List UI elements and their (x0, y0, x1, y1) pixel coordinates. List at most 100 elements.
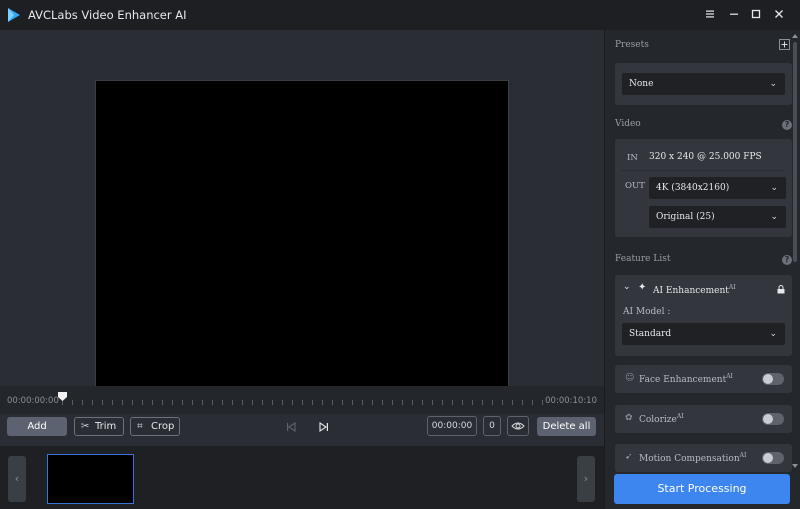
motion-icon: ➹ (625, 452, 633, 462)
preset-value: None (629, 79, 654, 89)
input-spec: 320 x 240 @ 25.000 FPS (649, 152, 762, 162)
timeline-tick (132, 400, 133, 405)
magic-wand-icon: ✦ (638, 282, 647, 293)
motion-compensation-title: Motion CompensationAI (639, 452, 746, 464)
timeline-tick (352, 400, 353, 405)
minimize-icon[interactable] (726, 7, 742, 23)
timeline-tick (452, 400, 453, 405)
chevron-down-icon[interactable]: ⌄ (623, 282, 631, 292)
timeline-ruler[interactable] (62, 400, 546, 406)
feature-list-help-icon[interactable]: ? (782, 255, 792, 265)
timeline-tick (372, 400, 373, 405)
timeline-tick (402, 400, 403, 405)
framerate-value: Original (25) (656, 212, 715, 222)
video-preview[interactable] (95, 80, 509, 391)
timeline-start-time: 00:00:00:00 (7, 396, 59, 406)
timeline-tick (442, 400, 443, 405)
trim-label: Trim (95, 421, 117, 432)
ai-model-select[interactable]: Standard ⌄ (622, 323, 785, 345)
face-enhancement-toggle[interactable] (762, 373, 784, 385)
presets-card: None ⌄ (615, 63, 792, 105)
timeline-tick (212, 400, 213, 405)
timeline-tick (412, 400, 413, 405)
timeline-tick (422, 400, 423, 405)
settings-panel: Presets None ⌄ Video ? IN 320 x 240 @ 25… (604, 30, 800, 509)
timeline-tick (292, 400, 293, 405)
timeline-end-time: 00:00:10:10 (545, 396, 597, 406)
crop-button[interactable]: ⌗ Crop (130, 417, 180, 436)
timeline-tick (252, 400, 253, 405)
out-label: OUT (625, 181, 645, 191)
timeline-tick (182, 400, 183, 405)
timeline-tick (92, 400, 93, 405)
colorize-row: ✿ ColorizeAI (615, 405, 792, 433)
filmstrip: ‹ › (0, 446, 604, 509)
timeline-tick (512, 400, 513, 405)
timeline[interactable]: 00:00:00:00 00:00:10:10 (0, 386, 604, 414)
timeline-tick (542, 400, 543, 405)
video-thumbnail[interactable] (47, 454, 134, 504)
chevron-left-icon: ‹ (14, 472, 20, 485)
time-input[interactable]: 00:00:00 (427, 416, 477, 436)
in-label: IN (627, 153, 638, 163)
maximize-icon[interactable] (748, 7, 764, 23)
timeline-tick (272, 400, 273, 405)
crop-icon: ⌗ (137, 421, 143, 432)
add-button[interactable]: Add (7, 417, 67, 436)
preset-select[interactable]: None ⌄ (622, 73, 785, 95)
eye-icon (511, 422, 525, 430)
start-processing-button[interactable]: Start Processing (614, 474, 790, 504)
ai-superscript: AI (726, 373, 733, 380)
previous-frame-icon[interactable] (285, 421, 297, 433)
timeline-tick (262, 400, 263, 405)
ai-superscript: AI (739, 452, 747, 459)
motion-compensation-toggle[interactable] (762, 452, 784, 464)
timeline-tick (502, 400, 503, 405)
ai-enhancement-label: AI Enhancement (653, 286, 729, 296)
timeline-tick (462, 400, 463, 405)
filmstrip-next-button[interactable]: › (577, 456, 595, 502)
app-title: AVCLabs Video Enhancer AI (28, 8, 187, 22)
preview-toggle-button[interactable] (507, 416, 529, 436)
face-enhancement-row: ☺ Face EnhancementAI (615, 365, 792, 393)
timeline-tick (202, 400, 203, 405)
next-frame-icon[interactable] (318, 421, 330, 433)
add-preset-icon[interactable] (779, 39, 790, 50)
chevron-right-icon: › (583, 472, 589, 485)
ai-enhancement-title[interactable]: AI EnhancementAI (653, 284, 736, 296)
framerate-select[interactable]: Original (25) ⌄ (649, 206, 786, 228)
chevron-down-icon: ⌄ (769, 79, 777, 89)
resolution-value: 4K (3840x2160) (656, 183, 730, 193)
ai-model-label: AI Model : (623, 307, 671, 317)
timeline-tick (482, 400, 483, 405)
timeline-tick (142, 400, 143, 405)
timeline-tick (532, 400, 533, 405)
playback-controls: Add ✂ Trim ⌗ Crop 00:00:00 0 Delete all (0, 414, 604, 444)
timeline-tick (232, 400, 233, 405)
close-icon[interactable] (771, 7, 787, 23)
app-logo-icon (8, 8, 20, 22)
colorize-title: ColorizeAI (639, 413, 684, 425)
delete-all-button[interactable]: Delete all (537, 417, 596, 436)
video-help-icon[interactable]: ? (782, 120, 792, 130)
playhead-marker-icon[interactable] (58, 392, 67, 406)
timeline-tick (472, 400, 473, 405)
resolution-select[interactable]: 4K (3840x2160) ⌄ (649, 177, 786, 199)
lock-icon (777, 285, 785, 294)
ai-superscript: AI (676, 413, 684, 420)
trim-button[interactable]: ✂ Trim (74, 417, 124, 436)
timeline-tick (162, 400, 163, 405)
timeline-tick (362, 400, 363, 405)
motion-compensation-label: Motion Compensation (639, 454, 740, 464)
timeline-tick (322, 400, 323, 405)
panel-scrollbar[interactable] (792, 34, 798, 468)
frame-input[interactable]: 0 (483, 416, 501, 436)
menu-icon[interactable] (702, 7, 718, 23)
filmstrip-prev-button[interactable]: ‹ (8, 456, 26, 502)
face-icon: ☺ (625, 373, 635, 383)
ai-superscript: AI (728, 284, 736, 291)
chevron-down-icon: ⌄ (770, 212, 778, 222)
colorize-toggle[interactable] (762, 413, 784, 425)
timeline-tick (222, 400, 223, 405)
video-card: IN 320 x 240 @ 25.000 FPS OUT 4K (3840x2… (615, 139, 792, 237)
